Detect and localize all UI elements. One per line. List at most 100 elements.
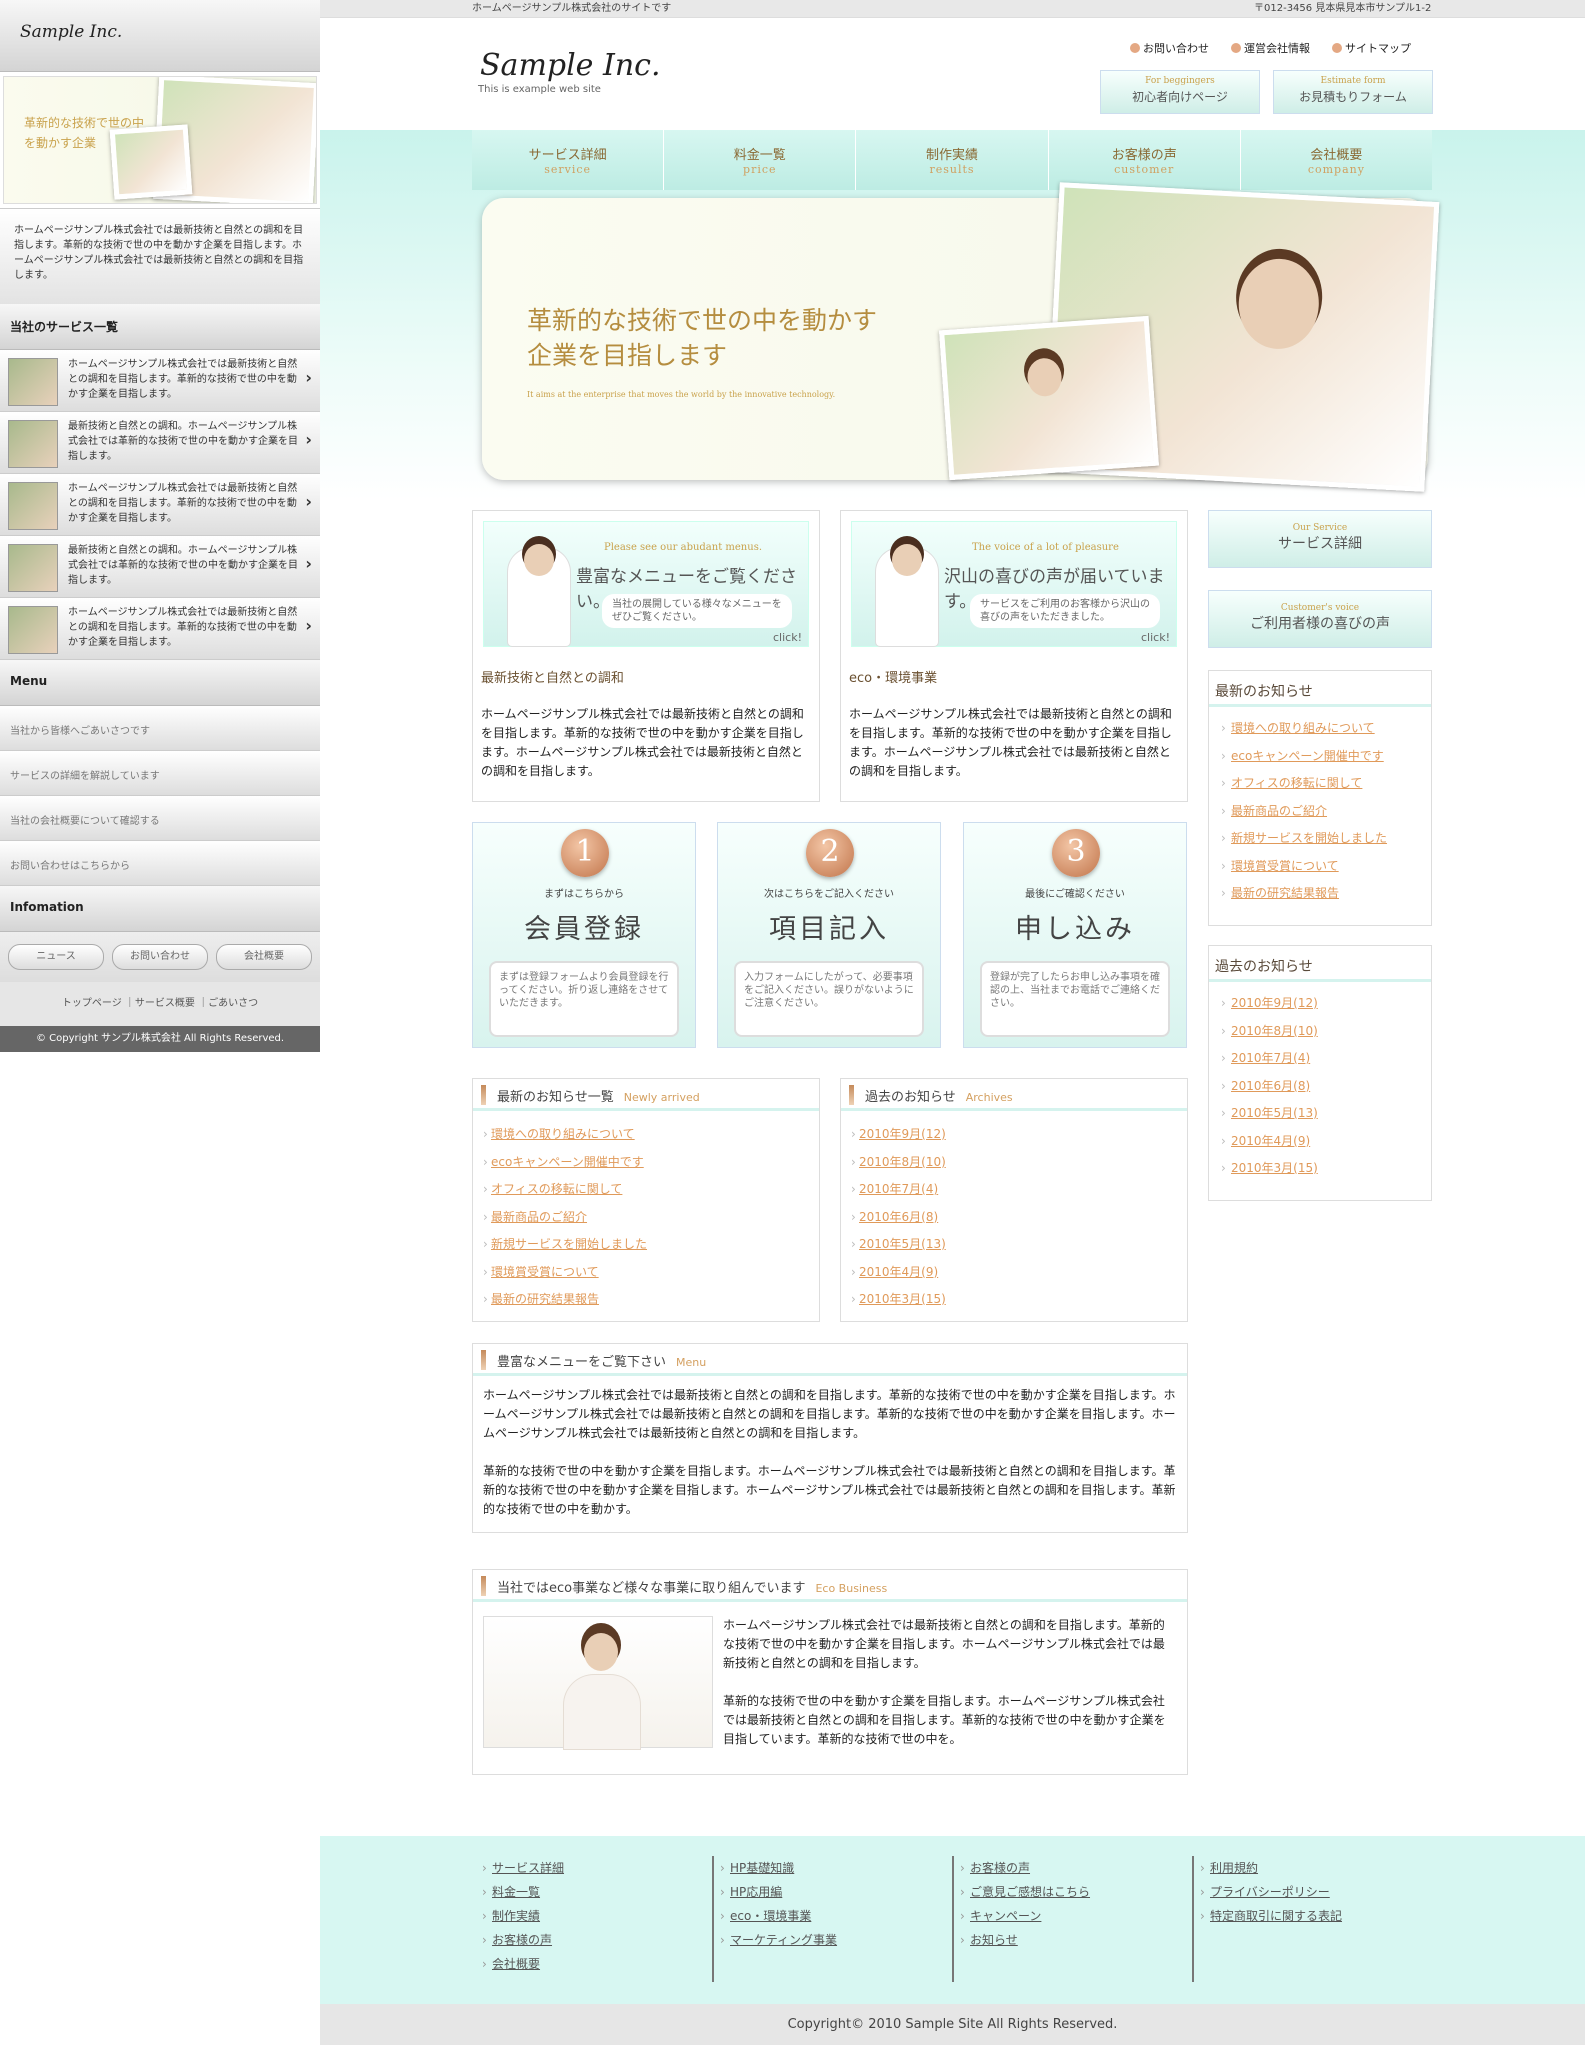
- news-link[interactable]: 最新商品のご紹介: [483, 1204, 819, 1232]
- footer-link[interactable]: お客様の声: [960, 1856, 1090, 1880]
- nav-sublabel: service: [544, 163, 592, 176]
- footer-link[interactable]: サービス詳細: [482, 1856, 564, 1880]
- service-item[interactable]: ホームページサンプル株式会社では最新技術と自然との調和を目指します。革新的な技術…: [0, 474, 320, 536]
- step-register[interactable]: 1 まずはこちらから 会員登録 まずは登録フォームより会員登録を行ってください。…: [472, 822, 696, 1048]
- promo-click[interactable]: click!: [773, 631, 802, 644]
- nav-company[interactable]: 会社概要 company: [1240, 130, 1433, 190]
- sidebar-menu-item[interactable]: サービスの詳細を解説しています: [0, 751, 320, 796]
- archive-link[interactable]: 2010年7月(4): [851, 1176, 1187, 1204]
- promo-banner-voice[interactable]: The voice of a lot of pleasure 沢山の喜びの声が届…: [851, 521, 1177, 647]
- archive-link[interactable]: 2010年5月(13): [1219, 1100, 1431, 1128]
- step-number: 3: [1052, 829, 1100, 877]
- archive-link[interactable]: 2010年8月(10): [851, 1149, 1187, 1177]
- footer: サービス詳細 料金一覧 制作実績 お客様の声 会社概要 HP基礎知識 HP応用編…: [320, 1836, 1585, 2004]
- news-link[interactable]: 新規サービスを開始しました: [1219, 825, 1431, 853]
- archive-link[interactable]: 2010年8月(10): [1219, 1018, 1431, 1046]
- footer-link[interactable]: プライバシーポリシー: [1200, 1880, 1342, 1904]
- service-item[interactable]: ホームページサンプル株式会社では最新技術と自然との調和を目指します。革新的な技術…: [0, 350, 320, 412]
- eco-box: 当社ではeco事業など様々な事業に取り組んでいます Eco Business ホー…: [472, 1569, 1188, 1775]
- news-link[interactable]: 環境への取り組みについて: [483, 1121, 819, 1149]
- promo-text: ホームページサンプル株式会社では最新技術と自然との調和を目指します。革新的な技術…: [849, 707, 1172, 778]
- step-desc: 登録が完了したらお申し込み事項を確認の上、当社までお電話でご連絡ください。: [980, 961, 1170, 1037]
- nav-service[interactable]: サービス詳細 service: [472, 130, 665, 190]
- archive-link[interactable]: 2010年6月(8): [1219, 1073, 1431, 1101]
- contact-link[interactable]: お問い合わせ: [1130, 40, 1209, 56]
- footer-link[interactable]: 特定商取引に関する表記: [1200, 1904, 1342, 1928]
- archive-link[interactable]: 2010年3月(15): [1219, 1155, 1431, 1183]
- beginners-button[interactable]: For beggingers 初心者向けページ: [1100, 70, 1260, 114]
- nav-label: 制作実績: [926, 148, 979, 163]
- nav-price[interactable]: 料金一覧 price: [664, 130, 857, 190]
- sidebar-menu-item[interactable]: 当社から皆様へごあいさつです: [0, 706, 320, 751]
- sidebar-banner[interactable]: 革新的な技術で世の中を動かす企業: [3, 76, 317, 204]
- footer-link[interactable]: HP基礎知識: [720, 1856, 837, 1880]
- step-entry[interactable]: 2 次はこちらをご記入ください 項目記入 入力フォームにしたがって、必要事項をご…: [717, 822, 941, 1048]
- company-info-link[interactable]: 運営会社情報: [1231, 40, 1310, 56]
- eco-box-heading: 当社ではeco事業など様々な事業に取り組んでいます Eco Business: [473, 1570, 1187, 1602]
- nav-results[interactable]: 制作実績 results: [856, 130, 1049, 190]
- menu-box-body: ホームページサンプル株式会社では最新技術と自然との調和を目指します。革新的な技術…: [473, 1376, 1187, 1529]
- archive-link[interactable]: 2010年4月(9): [851, 1259, 1187, 1287]
- footer-link[interactable]: キャンペーン: [960, 1904, 1090, 1928]
- sitemap-link[interactable]: サイトマップ: [1332, 40, 1411, 56]
- news-link[interactable]: 環境への取り組みについて: [1219, 715, 1431, 743]
- hero-photo-small: [939, 315, 1159, 481]
- step-desc: 入力フォームにしたがって、必要事項をご記入ください。誤りがないようにご注意くださ…: [734, 961, 924, 1037]
- footer-link[interactable]: HP応用編: [720, 1880, 837, 1904]
- service-item[interactable]: 最新技術と自然との調和。ホームページサンプル株式会社では革新的な技術で世の中を動…: [0, 536, 320, 598]
- footer-link[interactable]: 会社概要: [482, 1952, 564, 1976]
- footer-col-2: HP基礎知識 HP応用編 eco・環境事業 マーケティング事業: [720, 1856, 837, 1986]
- site-logo[interactable]: Sample Inc.: [480, 48, 660, 83]
- sidebar-footer-links[interactable]: トップページ ｜サービス概要 ｜ごあいさつ: [0, 982, 320, 1026]
- footer-link[interactable]: 料金一覧: [482, 1880, 564, 1904]
- nav-customer[interactable]: お客様の声 customer: [1048, 130, 1241, 190]
- footer-link[interactable]: マーケティング事業: [720, 1928, 837, 1952]
- customer-voice-button[interactable]: Customer's voice ご利用者様の喜びの声: [1208, 590, 1432, 648]
- estimate-button[interactable]: Estimate form お見積もりフォーム: [1273, 70, 1433, 114]
- archive-link[interactable]: 2010年9月(12): [1219, 990, 1431, 1018]
- news-link[interactable]: オフィスの移転に関して: [1219, 770, 1431, 798]
- footer-link[interactable]: 利用規約: [1200, 1856, 1342, 1880]
- archive-link[interactable]: 2010年4月(9): [1219, 1128, 1431, 1156]
- beginners-en: For beggingers: [1145, 76, 1215, 86]
- step-desc: まずは登録フォームより会員登録を行ってください。折り返し連絡をさせていただきます…: [489, 961, 679, 1037]
- service-item[interactable]: ホームページサンプル株式会社では最新技術と自然との調和を目指します。革新的な技術…: [0, 598, 320, 660]
- footer-link[interactable]: eco・環境事業: [720, 1904, 837, 1928]
- sidebar-menu-item[interactable]: 当社の会社概要について確認する: [0, 796, 320, 841]
- footer-link[interactable]: 制作実績: [482, 1904, 564, 1928]
- promo-note: 当社の展開している様々なメニューをぜひご覧ください。: [602, 594, 792, 628]
- news-link[interactable]: オフィスの移転に関して: [483, 1176, 819, 1204]
- step-apply[interactable]: 3 最後にご確認ください 申し込み 登録が完了したらお申し込み事項を確認の上、当…: [963, 822, 1187, 1048]
- news-button[interactable]: ニュース: [8, 944, 104, 970]
- archive-link[interactable]: 2010年3月(15): [851, 1286, 1187, 1314]
- archive-link[interactable]: 2010年5月(13): [851, 1231, 1187, 1259]
- contact-button[interactable]: お問い合わせ: [112, 944, 208, 970]
- our-service-button[interactable]: Our Service サービス詳細: [1208, 510, 1432, 568]
- news-link[interactable]: 最新の研究結果報告: [1219, 880, 1431, 908]
- archive-link[interactable]: 2010年6月(8): [851, 1204, 1187, 1232]
- news-link[interactable]: 環境賞受賞について: [483, 1259, 819, 1287]
- footer-link[interactable]: お知らせ: [960, 1928, 1090, 1952]
- news-link[interactable]: 環境賞受賞について: [1219, 853, 1431, 881]
- footer-divider: [712, 1856, 714, 1982]
- service-item[interactable]: 最新技術と自然との調和。ホームページサンプル株式会社では革新的な技術で世の中を動…: [0, 412, 320, 474]
- news-link[interactable]: 新規サービスを開始しました: [483, 1231, 819, 1259]
- footer-link[interactable]: お客様の声: [482, 1928, 564, 1952]
- news-link[interactable]: ecoキャンペーン開催中です: [1219, 743, 1431, 771]
- archive-link[interactable]: 2010年7月(4): [1219, 1045, 1431, 1073]
- news-link[interactable]: 最新の研究結果報告: [483, 1286, 819, 1314]
- menu-box-title: 豊富なメニューをご覧下さい: [497, 1355, 667, 1370]
- step-lead: 最後にご確認ください: [1025, 889, 1125, 900]
- promo-click[interactable]: click!: [1141, 631, 1170, 644]
- promo-banner-menu[interactable]: Please see our abudant menus. 豊富なメニューをご覧…: [483, 521, 809, 647]
- news-link[interactable]: 最新商品のご紹介: [1219, 798, 1431, 826]
- archive-link[interactable]: 2010年9月(12): [851, 1121, 1187, 1149]
- footer-col-4: 利用規約 プライバシーポリシー 特定商取引に関する表記: [1200, 1856, 1342, 1986]
- company-button[interactable]: 会社概要: [216, 944, 312, 970]
- service-thumbnail: [8, 420, 58, 468]
- sidebar-menu-item[interactable]: お問い合わせはこちらから: [0, 841, 320, 886]
- step-title: 項目記入: [769, 914, 889, 945]
- news-link[interactable]: ecoキャンペーン開催中です: [483, 1149, 819, 1177]
- sidebar-logo[interactable]: Sample Inc.: [0, 0, 320, 72]
- footer-link[interactable]: ご意見ご感想はこちら: [960, 1880, 1090, 1904]
